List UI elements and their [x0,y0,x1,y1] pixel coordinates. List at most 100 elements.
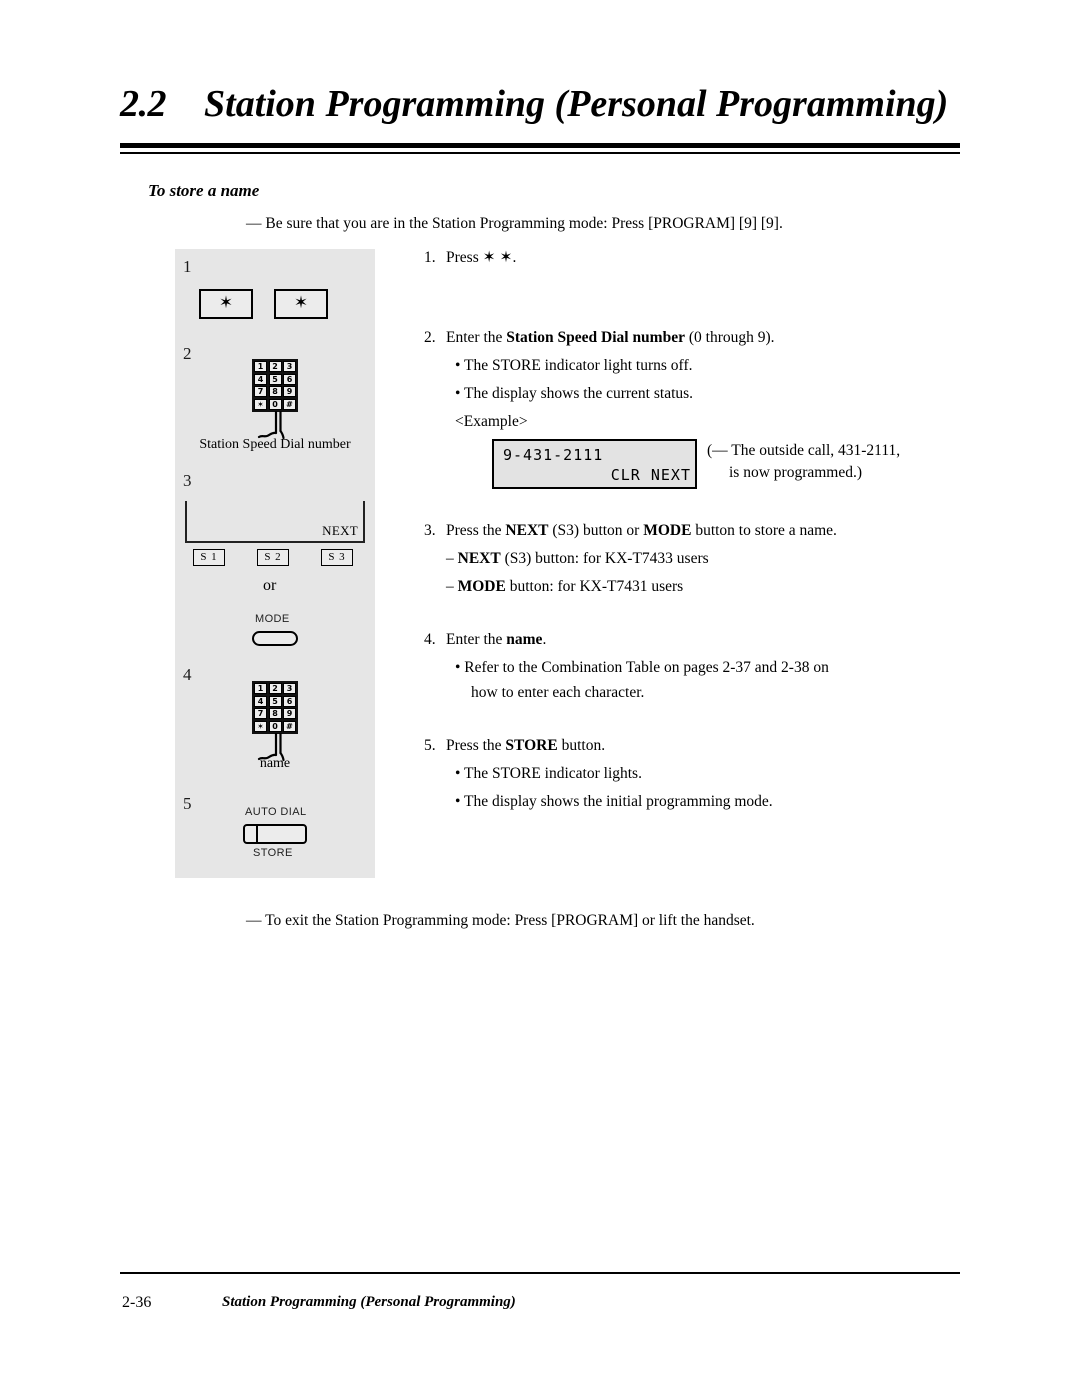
asterisk-key-2: ✶ [274,289,328,319]
store-label: STORE [253,847,293,859]
lcd-annotation: (— The outside call, 431-2111, is now pr… [707,440,900,485]
keypad-key-hash[interactable]: # [283,720,296,732]
step-3-sub-2: – MODE button: for KX-T7431 users [446,578,683,596]
section-number: 2.2 [120,83,167,125]
mode-button[interactable] [252,631,298,646]
auto-dial-store-button[interactable] [243,824,307,844]
step-3-lead-bold-next: NEXT [505,522,549,539]
step-5-instruction: 5. Press the STORE button. [424,738,605,754]
step-3-lead-c: button to store a name. [691,522,837,539]
diagram-step-number-4: 4 [183,665,192,684]
keypad-key-asterisk[interactable]: ✶ [254,398,267,410]
lcd-annotation-line-1: (— The outside call, 431-2111, [707,442,901,459]
keypad-key-7[interactable]: 7 [254,386,267,397]
diagram-step-number-1: 1 [183,257,192,276]
procedure-diagram-panel: 1 ✶ ✶ 2 1 2 3 4 5 6 7 8 9 ✶ 0 # Station Speed Dial … [175,249,375,878]
step-4-instruction: 4. Enter the name. [424,632,546,648]
soft-button-s3[interactable]: S 3 [321,549,353,566]
step-3-instruction: 3. Press the NEXT (S3) button or MODE but… [424,523,837,539]
step-3-lead-b: (S3) button or [548,522,644,539]
asterisk-icon: ✶ [218,292,234,313]
step-5-text-b: button. [557,737,606,754]
step-3-sub-2-rest: button: for KX-T7431 users [505,578,684,595]
step-5-bullet-2: • The display shows the initial programm… [455,793,773,810]
keypad-key-2[interactable]: 2 [268,683,282,694]
step-2-instruction: 2. Enter the Station Speed Dial number (0… [424,330,775,346]
step-2-bullet-1: • The STORE indicator light turns off. [455,357,693,374]
or-separator-label: or [263,577,277,594]
step-1-instruction: 1. Press ✶ ✶. [424,250,516,266]
step-2-text-a: Enter the [446,329,507,346]
step-3-sub-2-dash: – [446,578,458,595]
keypad-key-4[interactable]: 4 [254,373,267,385]
header-rule-thick [120,143,960,148]
step-5-bullet-1: • The STORE indicator lights. [455,765,642,782]
keypad-key-9[interactable]: 9 [283,386,296,397]
keypad-key-6[interactable]: 6 [283,695,296,707]
step-3-lead-bold-mode: MODE [643,522,692,539]
auto-dial-label: AUTO DIAL [245,806,307,818]
display-next-label: NEXT [322,523,358,538]
keypad-key-1[interactable]: 1 [254,683,267,694]
keypad-icon-step4: 1 2 3 4 5 6 7 8 9 ✶ 0 # [252,681,298,734]
soft-button-s1[interactable]: S 1 [193,549,225,566]
soft-button-s2[interactable]: S 2 [257,549,289,566]
keypad-key-1[interactable]: 1 [254,361,267,372]
step-3-number: 3. [424,522,436,539]
step-1-number: 1. [424,249,436,266]
display-outline-step3: NEXT [185,501,365,543]
step-3-sub-1-rest: (S3) button: for KX-T7433 users [500,550,709,567]
keypad-key-asterisk[interactable]: ✶ [254,720,267,732]
header-rule-thin [120,152,960,154]
footer-rule [120,1272,960,1274]
keypad-key-4[interactable]: 4 [254,695,267,707]
step-5-text-a: Press the [446,737,506,754]
store-indicator-led [245,826,258,842]
keypad-key-hash[interactable]: # [283,398,296,410]
keypad-key-3[interactable]: 3 [283,361,296,372]
example-label: <Example> [455,413,528,430]
step-2-number: 2. [424,329,436,346]
step-3-sub-2-bold: MODE [457,578,506,595]
keypad-key-5[interactable]: 5 [268,373,282,385]
mode-button-label: MODE [255,613,290,625]
keypad-key-8[interactable]: 8 [268,386,282,397]
step-4-text-bold: name [506,631,543,648]
footer-page-number: 2-36 [122,1294,152,1311]
lcd-display-example: 9-431-2111 CLR NEXT [492,439,697,489]
document-page: 2.2 Station Programming (Personal Progra… [0,0,1080,1397]
exit-note: — To exit the Station Programming mode: … [246,912,755,929]
keypad-key-0[interactable]: 0 [268,398,282,410]
asterisk-key-1: ✶ [199,289,253,319]
asterisk-icon: ✶ [293,292,309,313]
step-1-text: Press ✶ ✶. [446,249,517,266]
keypad-key-9[interactable]: 9 [283,708,296,719]
keypad-key-5[interactable]: 5 [268,695,282,707]
page-title: Station Programming (Personal Programmin… [204,83,949,125]
page-header: 2.2 Station Programming (Personal Progra… [120,82,960,126]
lcd-annotation-line-2: is now programmed.) [729,464,863,482]
step-5-text-bold: STORE [505,737,558,754]
keypad-key-2[interactable]: 2 [268,361,282,372]
caption-station-speed-dial-number: Station Speed Dial number [199,437,351,452]
keypad-key-7[interactable]: 7 [254,708,267,719]
step-2-bullet-2: • The display shows the current status. [455,385,694,402]
diagram-step-number-2: 2 [183,344,192,363]
subsection-title: To store a name [148,181,260,200]
diagram-step-number-5: 5 [183,794,192,813]
keypad-key-0[interactable]: 0 [268,720,282,732]
keypad-key-8[interactable]: 8 [268,708,282,719]
keypad-key-3[interactable]: 3 [283,683,296,694]
step-2-text-b: (0 through 9). [684,329,775,346]
step-4-bullet-line-2: how to enter each character. [471,684,645,701]
step-4-number: 4. [424,631,436,648]
lcd-line-2: CLR NEXT [610,466,691,484]
step-4-bullet-line-1: • Refer to the Combination Table on page… [455,659,829,676]
step-4-text-b: . [542,631,547,648]
footer-title: Station Programming (Personal Programmin… [222,1294,516,1310]
keypad-key-6[interactable]: 6 [283,373,296,385]
step-5-number: 5. [424,737,436,754]
step-3-sub-1-dash: – [446,550,458,567]
caption-name: name [259,756,291,771]
diagram-step-number-3: 3 [183,471,192,490]
